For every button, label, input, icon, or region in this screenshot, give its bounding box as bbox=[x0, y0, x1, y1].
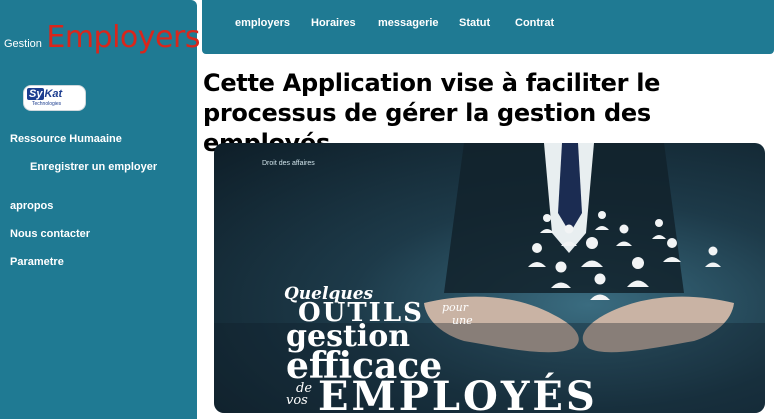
brand-prefix: Gestion bbox=[4, 38, 42, 50]
brand-title: Employers bbox=[46, 20, 200, 55]
hero-image: Droit des affaires Quelques OUTILS pour … bbox=[214, 143, 765, 413]
sidebar: Gestion Employers Sy Kat Technologies Res… bbox=[0, 0, 200, 419]
sidebar-item-parametre[interactable]: Parametre bbox=[10, 256, 64, 268]
sidebar-item-nous-contacter[interactable]: Nous contacter bbox=[10, 228, 90, 240]
hero-line-une: une bbox=[452, 314, 473, 327]
sidebar-item-enregistrer-employer[interactable]: Enregistrer un employer bbox=[30, 161, 157, 173]
company-logo[interactable]: Sy Kat Technologies bbox=[24, 86, 85, 110]
sidebar-item-apropos[interactable]: apropos bbox=[10, 200, 53, 212]
nav-link-contrat[interactable]: Contrat bbox=[515, 17, 554, 29]
hero-line-employes: EMPLOYÉS bbox=[318, 373, 598, 413]
hero-tag: Droit des affaires bbox=[262, 160, 315, 167]
sidebar-item-ressource-humaine[interactable]: Ressource Humaaine bbox=[10, 133, 122, 145]
logo-text: Sy Kat bbox=[27, 88, 63, 100]
nav-link-horaires[interactable]: Horaires bbox=[311, 17, 356, 29]
top-navbar: employers Horaires messagerie Statut Con… bbox=[202, 0, 774, 54]
nav-link-statut[interactable]: Statut bbox=[459, 17, 490, 29]
brand: Gestion Employers bbox=[4, 20, 200, 55]
nav-link-employers[interactable]: employers bbox=[235, 17, 290, 29]
logo-subtext: Technologies bbox=[32, 101, 62, 107]
hero-line-pour: pour bbox=[442, 301, 469, 314]
nav-link-messagerie[interactable]: messagerie bbox=[378, 17, 439, 29]
hero-line-vos: vos bbox=[286, 393, 308, 408]
